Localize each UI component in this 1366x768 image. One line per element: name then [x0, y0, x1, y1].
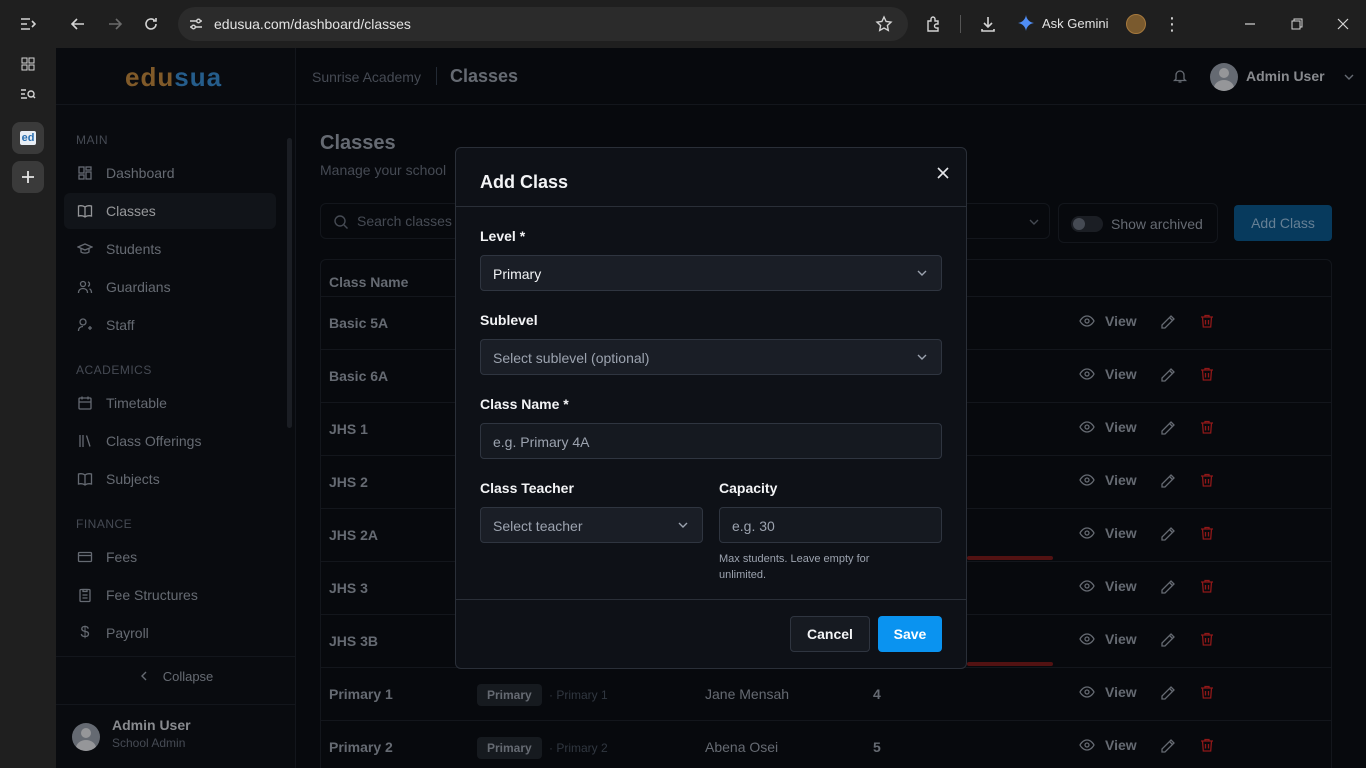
- dialog-header-divider: [456, 206, 966, 207]
- toolbar-separator: [960, 15, 961, 33]
- capacity-placeholder: e.g. 30: [732, 518, 775, 534]
- close-icon[interactable]: [932, 162, 954, 184]
- save-button[interactable]: Save: [878, 616, 942, 652]
- bookmark-star-icon[interactable]: [875, 15, 893, 38]
- minimize-icon[interactable]: [1236, 10, 1264, 38]
- capacity-input[interactable]: e.g. 30: [719, 507, 942, 543]
- add-class-dialog: Add Class Level * Primary Sublevel Selec…: [455, 147, 967, 669]
- class-name-input[interactable]: e.g. Primary 4A: [480, 423, 942, 459]
- class-name-label: Class Name *: [480, 396, 569, 412]
- level-label: Level *: [480, 228, 526, 244]
- reload-icon[interactable]: [137, 10, 165, 38]
- tab-list-icon[interactable]: [14, 10, 42, 38]
- sublevel-select[interactable]: Select sublevel (optional): [480, 339, 942, 375]
- browser-menu-icon[interactable]: ⋮: [1158, 10, 1186, 38]
- edusua-tab[interactable]: ed: [12, 122, 44, 154]
- profile-avatar[interactable]: [1126, 14, 1146, 34]
- class-name-placeholder: e.g. Primary 4A: [493, 434, 590, 450]
- extensions-icon[interactable]: [920, 10, 948, 38]
- sublevel-label: Sublevel: [480, 312, 538, 328]
- forward-icon[interactable]: [101, 10, 129, 38]
- tab-search-icon[interactable]: [12, 78, 44, 110]
- cancel-button[interactable]: Cancel: [790, 616, 870, 652]
- site-info-icon[interactable]: [188, 16, 204, 37]
- ask-gemini-button[interactable]: Ask Gemini: [1018, 15, 1108, 31]
- url-text[interactable]: edusua.com/dashboard/classes: [214, 16, 411, 32]
- restore-icon[interactable]: [1283, 10, 1311, 38]
- class-teacher-select[interactable]: Select teacher: [480, 507, 703, 543]
- app-viewport: edusua MAIN Dashboard Classes Students G…: [56, 48, 1366, 768]
- edusua-favicon: ed: [19, 131, 37, 145]
- back-icon[interactable]: [64, 10, 92, 38]
- dialog-footer-divider: [456, 599, 966, 600]
- chevron-down-icon: [915, 350, 929, 364]
- browser-toolbar: edusua.com/dashboard/classes Ask Gemini …: [0, 0, 1366, 48]
- capacity-label: Capacity: [719, 480, 778, 496]
- capacity-hint: Max students. Leave empty for unlimited.: [719, 553, 870, 581]
- new-tab-icon[interactable]: [12, 161, 44, 193]
- class-teacher-label: Class Teacher: [480, 480, 574, 496]
- level-select[interactable]: Primary: [480, 255, 942, 291]
- chevron-down-icon: [676, 518, 690, 532]
- gemini-icon: [1018, 15, 1034, 31]
- address-bar[interactable]: edusua.com/dashboard/classes: [178, 7, 908, 41]
- level-value: Primary: [493, 266, 542, 282]
- tab-groups-icon[interactable]: [12, 48, 44, 80]
- close-window-icon[interactable]: [1329, 10, 1357, 38]
- ask-gemini-label: Ask Gemini: [1042, 15, 1109, 31]
- chevron-down-icon: [915, 266, 929, 280]
- teacher-placeholder: Select teacher: [493, 518, 583, 534]
- sublevel-placeholder: Select sublevel (optional): [493, 350, 650, 366]
- vertical-tab-strip: ed: [0, 48, 56, 768]
- download-icon[interactable]: [974, 10, 1002, 38]
- dialog-title: Add Class: [480, 172, 569, 192]
